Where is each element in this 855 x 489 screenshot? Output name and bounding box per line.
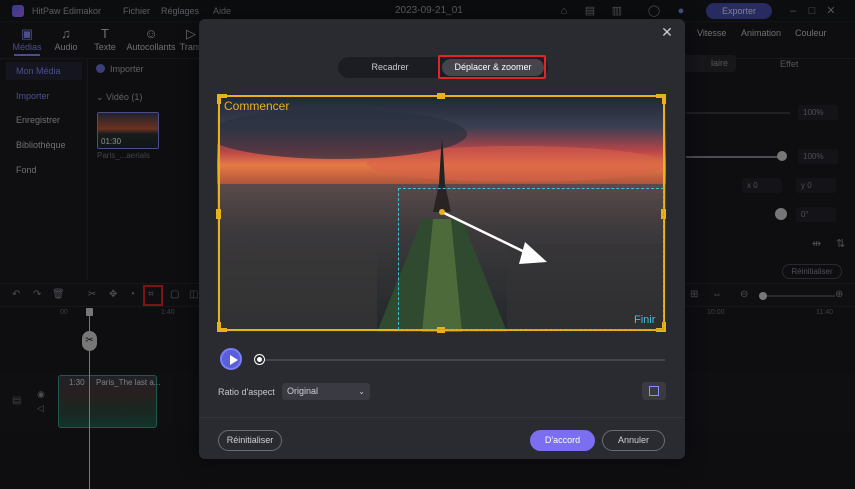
- start-frame-handle[interactable]: [216, 209, 221, 219]
- tab-highlight: [438, 55, 546, 79]
- aspect-ratio-value: Original: [287, 386, 319, 396]
- play-button[interactable]: [220, 348, 242, 370]
- start-frame-handle[interactable]: [656, 94, 666, 104]
- fit-frame-button[interactable]: [642, 382, 666, 400]
- chevron-down-icon: ⌄: [358, 387, 365, 396]
- start-frame-handle[interactable]: [217, 322, 227, 332]
- frame-icon: [649, 386, 659, 396]
- reset-button[interactable]: Réinitialiser: [218, 430, 282, 451]
- ok-button[interactable]: D'accord: [530, 430, 595, 451]
- aspect-ratio-label: Ratio d'aspect: [218, 387, 275, 397]
- start-label: Commencer: [224, 99, 290, 113]
- aspect-ratio-select[interactable]: Original ⌄: [282, 383, 370, 400]
- dialog-divider: [199, 417, 685, 418]
- close-icon[interactable]: ✕: [660, 24, 674, 41]
- preview-scrubber[interactable]: [256, 359, 665, 361]
- end-frame[interactable]: [398, 188, 664, 330]
- scrubber-knob[interactable]: [255, 355, 264, 364]
- cancel-button[interactable]: Annuler: [602, 430, 665, 451]
- start-frame-handle[interactable]: [437, 93, 445, 99]
- end-label: Finir: [634, 314, 656, 326]
- tab-recadrer[interactable]: Recadrer: [348, 58, 432, 77]
